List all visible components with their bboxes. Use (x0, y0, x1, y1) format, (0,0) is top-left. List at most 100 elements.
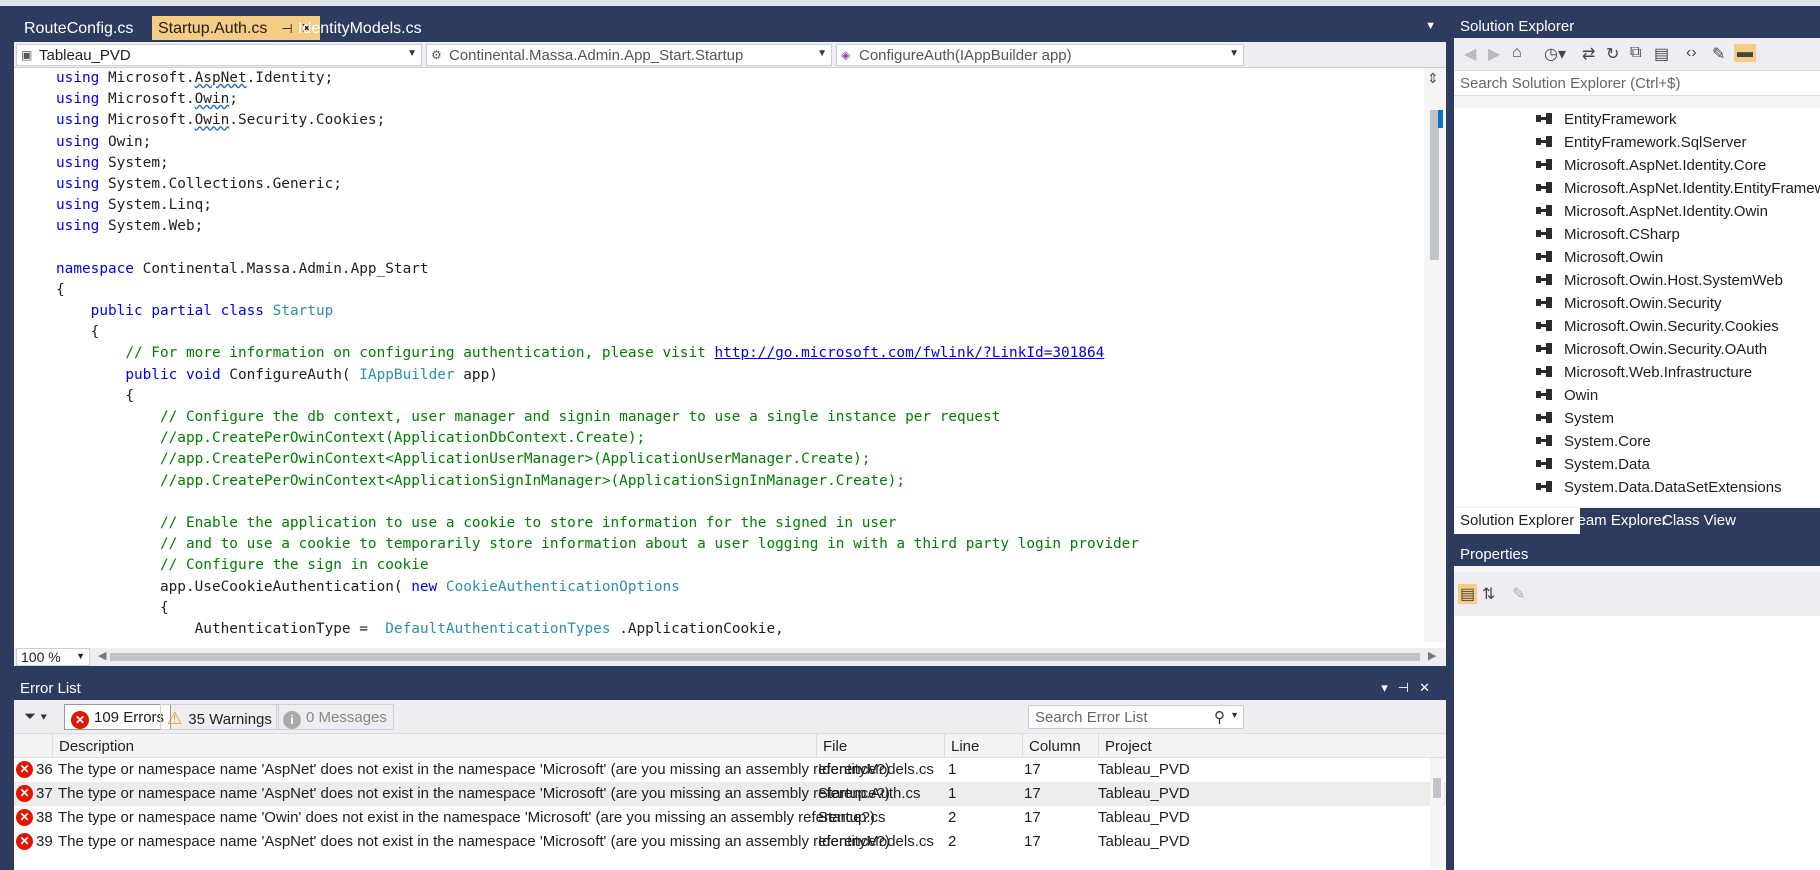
table-row[interactable]: ✕ 39 The type or namespace name 'AspNet'… (14, 830, 1446, 854)
tab-routeconfig[interactable]: RouteConfig.cs (18, 16, 141, 40)
tree-item-reference[interactable]: Microsoft.Owin.Security.Cookies (1454, 315, 1820, 338)
tree-item-reference[interactable]: System.Data.DataSetExtensions (1454, 476, 1820, 499)
code-line[interactable]: // Configure the sign in cookie (56, 555, 1422, 576)
sync-icon[interactable]: ⇄ (1582, 44, 1595, 64)
code-line[interactable]: using Owin; (56, 132, 1422, 153)
code-line[interactable]: using System.Web; (56, 216, 1422, 237)
scroll-thumb[interactable] (1433, 778, 1441, 798)
error-list-scrollbar[interactable] (1430, 758, 1444, 868)
horizontal-scroll-thumb[interactable] (110, 653, 1420, 661)
messages-toggle-button[interactable]: i 0 Messages (276, 704, 394, 730)
code-line[interactable]: using Microsoft.Owin; (56, 89, 1422, 110)
tree-item-reference[interactable]: System (1454, 407, 1820, 430)
tree-item-reference[interactable]: Microsoft.Owin.Security.OAuth (1454, 338, 1820, 361)
left-toolwindow-rail[interactable] (0, 6, 14, 870)
table-row[interactable]: ✕ 36 The type or namespace name 'AspNet'… (14, 758, 1446, 782)
warnings-toggle-button[interactable]: ⚠ 35 Warnings (160, 704, 279, 730)
tree-item-reference[interactable]: System.Core (1454, 430, 1820, 453)
tree-item-reference[interactable]: Owin (1454, 384, 1820, 407)
scroll-left-icon[interactable]: ◀ (98, 649, 106, 662)
errors-toggle-button[interactable]: ✕ 109 Errors (64, 704, 172, 730)
code-line[interactable]: using System; (56, 153, 1422, 174)
error-squiggle[interactable]: Owin (195, 112, 230, 128)
code-line[interactable]: { (56, 598, 1422, 619)
column-column[interactable]: Column (1022, 734, 1098, 758)
chevron-down-icon[interactable]: ▼ (1230, 710, 1239, 720)
vertical-scrollbar[interactable]: ⇕ (1424, 68, 1446, 642)
code-line[interactable]: AuthenticationType = DefaultAuthenticati… (56, 619, 1422, 640)
code-line[interactable]: { (56, 386, 1422, 407)
split-window-icon[interactable]: ⇕ (1427, 70, 1439, 87)
error-squiggle[interactable]: Owin (195, 91, 230, 107)
preview-icon[interactable]: ▬ (1734, 44, 1756, 62)
tree-item-reference[interactable]: System.Data (1454, 453, 1820, 476)
tree-item-reference[interactable]: Microsoft.Owin.Security (1454, 292, 1820, 315)
tab-identitymodels[interactable]: IdentityModels.cs (292, 16, 430, 40)
code-line[interactable]: //app.CreatePerOwinContext<ApplicationSi… (56, 471, 1422, 492)
alphabetical-icon[interactable]: ⇅ (1482, 584, 1495, 604)
member-dropdown[interactable]: ◈ ConfigureAuth(IAppBuilder app) ▼ (836, 44, 1244, 66)
categorized-icon[interactable]: ▤ (1458, 584, 1478, 604)
tab-class-view[interactable]: Class View (1656, 508, 1742, 534)
error-search-input[interactable]: Search Error List ⚲ ▼ (1028, 705, 1244, 729)
code-line[interactable] (56, 492, 1422, 513)
code-line[interactable]: //app.CreatePerOwinContext(ApplicationDb… (56, 428, 1422, 449)
type-dropdown[interactable]: ⚙ Continental.Massa.Admin.App_Start.Start… (426, 44, 832, 66)
tree-item-reference[interactable]: EntityFramework (1454, 108, 1820, 131)
tree-item-reference[interactable]: Microsoft.Owin.Host.SystemWeb (1454, 269, 1820, 292)
home-icon[interactable]: ⌂ (1512, 44, 1522, 62)
table-row[interactable]: ✕ 38 The type or namespace name 'Owin' d… (14, 806, 1446, 830)
code-line[interactable]: using Microsoft.Owin.Security.Cookies; (56, 110, 1422, 131)
collapse-all-icon[interactable]: ⧉ (1630, 44, 1641, 62)
tree-item-reference[interactable]: Microsoft.AspNet.Identity.Owin (1454, 200, 1820, 223)
code-line[interactable]: using System.Collections.Generic; (56, 174, 1422, 195)
code-line[interactable] (56, 238, 1422, 259)
tree-item-reference[interactable]: Microsoft.AspNet.Identity.EntityFramewor… (1454, 177, 1820, 200)
filter-icon[interactable]: ⏷ ▾ (24, 708, 48, 725)
solution-tree[interactable]: EntityFramework EntityFramework.SqlServer… (1454, 108, 1820, 506)
project-dropdown[interactable]: ▣ Tableau_PVD ▼ (16, 44, 422, 66)
table-row[interactable]: ✕ 37 The type or namespace name 'AspNet'… (14, 782, 1446, 806)
tree-item-reference[interactable]: Microsoft.CSharp (1454, 223, 1820, 246)
properties-wrench-icon[interactable]: ✎ (1712, 44, 1725, 64)
code-line[interactable]: // Enable the application to use a cooki… (56, 513, 1422, 534)
search-icon[interactable]: ⚲ (1214, 708, 1225, 726)
panel-controls[interactable]: ▾⊣✕ (1381, 680, 1440, 696)
refresh-icon[interactable]: ↻ (1606, 44, 1619, 64)
scroll-right-icon[interactable]: ▶ (1428, 649, 1436, 662)
forward-icon[interactable]: ▶ (1488, 44, 1500, 64)
solution-search-input[interactable]: Search Solution Explorer (Ctrl+$) (1454, 70, 1820, 96)
code-text-area[interactable]: −using Microsoft.AspNet.Identity;using M… (56, 68, 1422, 648)
code-line[interactable]: − public void ConfigureAuth( IAppBuilder… (56, 365, 1422, 386)
code-line[interactable]: // and to use a cookie to temporarily st… (56, 534, 1422, 555)
code-line[interactable]: −namespace Continental.Massa.Admin.App_S… (56, 259, 1422, 280)
property-pages-icon[interactable]: ✎ (1512, 584, 1525, 604)
code-line[interactable]: app.UseCookieAuthentication( new CookieA… (56, 577, 1422, 598)
code-line[interactable]: − public partial class Startup (56, 301, 1422, 322)
tab-solution-explorer[interactable]: Solution Explorer (1454, 508, 1581, 534)
column-code[interactable] (14, 734, 52, 758)
code-line[interactable]: { (56, 322, 1422, 343)
show-all-files-icon[interactable]: ▤ (1654, 44, 1669, 64)
error-squiggle[interactable]: AspNet (195, 70, 247, 86)
tree-item-reference[interactable]: Microsoft.Web.Infrastructure (1454, 361, 1820, 384)
code-line[interactable]: using System.Linq; (56, 195, 1422, 216)
column-line[interactable]: Line (944, 734, 1022, 758)
back-icon[interactable]: ◀ (1464, 44, 1476, 64)
column-project[interactable]: Project (1098, 734, 1228, 758)
column-file[interactable]: File (816, 734, 944, 758)
tab-overflow-icon[interactable]: ▼ (1425, 20, 1436, 32)
code-line[interactable]: −using Microsoft.AspNet.Identity; (56, 68, 1422, 89)
code-editor[interactable]: −using Microsoft.AspNet.Identity;using M… (14, 68, 1446, 648)
code-line[interactable]: // For more information on configuring a… (56, 343, 1422, 364)
scroll-thumb[interactable] (1430, 110, 1439, 260)
tree-item-reference[interactable]: EntityFramework.SqlServer (1454, 131, 1820, 154)
column-description[interactable]: Description (52, 734, 816, 758)
properties-grid[interactable] (1454, 616, 1820, 870)
view-code-icon[interactable]: ‹› (1686, 44, 1697, 62)
code-line[interactable]: { (56, 280, 1422, 301)
code-line[interactable]: //app.CreatePerOwinContext<ApplicationUs… (56, 449, 1422, 470)
zoom-dropdown[interactable]: 100 % ▼ (16, 648, 90, 666)
tree-item-reference[interactable]: Microsoft.AspNet.Identity.Core (1454, 154, 1820, 177)
history-icon[interactable]: ◷▾ (1544, 44, 1566, 64)
